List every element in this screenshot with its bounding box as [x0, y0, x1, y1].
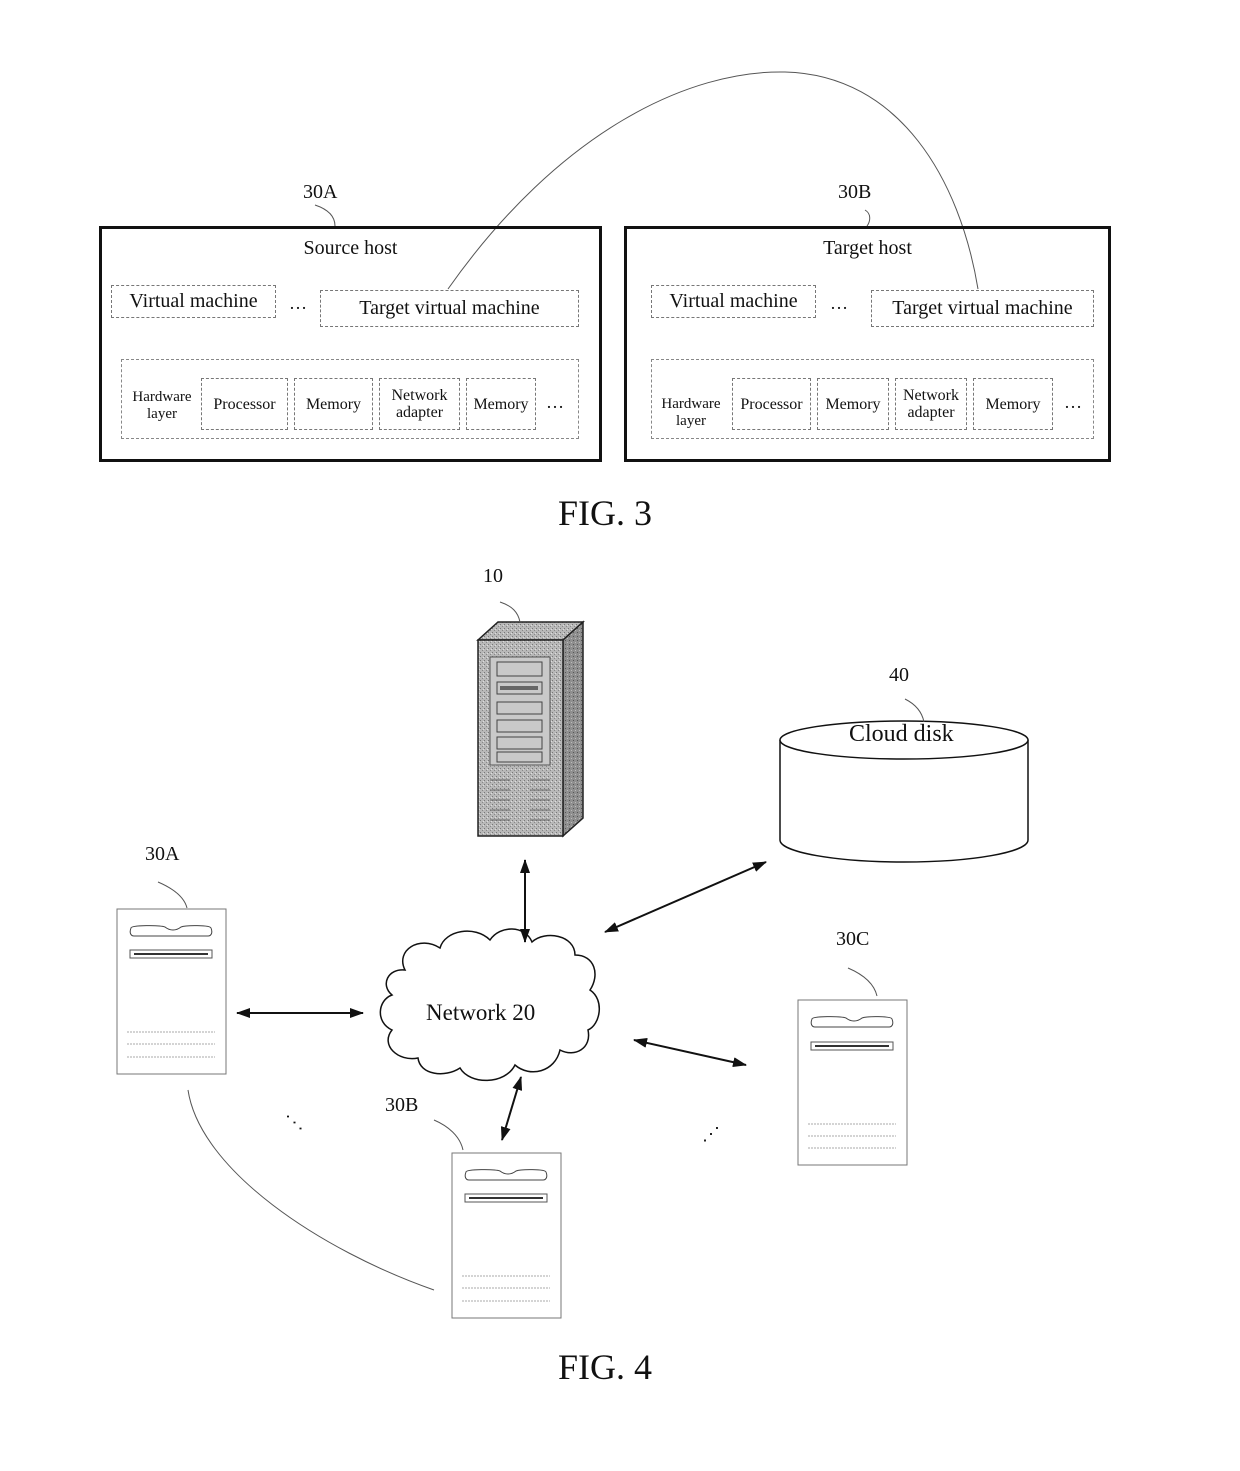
- ellipsis-right: ⋰: [702, 1124, 720, 1144]
- fig4-drawing: [116, 601, 1029, 1319]
- arrow-30B-network: [500, 1076, 523, 1141]
- server-tower-icon: [476, 620, 585, 838]
- migration-arc-fig4: [187, 1089, 435, 1291]
- leader-30C-fig4: [847, 967, 878, 997]
- host-computer-icon-30B: [451, 1152, 562, 1319]
- leader-30A-fig4: [157, 881, 188, 909]
- ref-10: 10: [483, 565, 503, 587]
- ellipsis-left: ⋰: [284, 1113, 305, 1132]
- cloud-disk-label: Cloud disk: [849, 721, 954, 747]
- leader-40: [904, 698, 925, 723]
- host-computer-icon-30C: [797, 999, 908, 1166]
- network-label: Network 20: [426, 1000, 536, 1025]
- arrow-30C-network: [633, 1037, 747, 1068]
- leader-30B-fig4: [433, 1119, 464, 1151]
- ref-40: 40: [889, 664, 909, 686]
- fig4-caption: FIG. 4: [557, 1347, 652, 1387]
- ref-30B-fig4: 30B: [385, 1094, 419, 1116]
- arrow-disk-network: [604, 861, 767, 933]
- host-computer-icon-30A: [116, 908, 227, 1075]
- leader-10: [499, 601, 521, 623]
- ref-30A-fig4: 30A: [145, 843, 180, 865]
- ref-30C-fig4: 30C: [836, 928, 870, 950]
